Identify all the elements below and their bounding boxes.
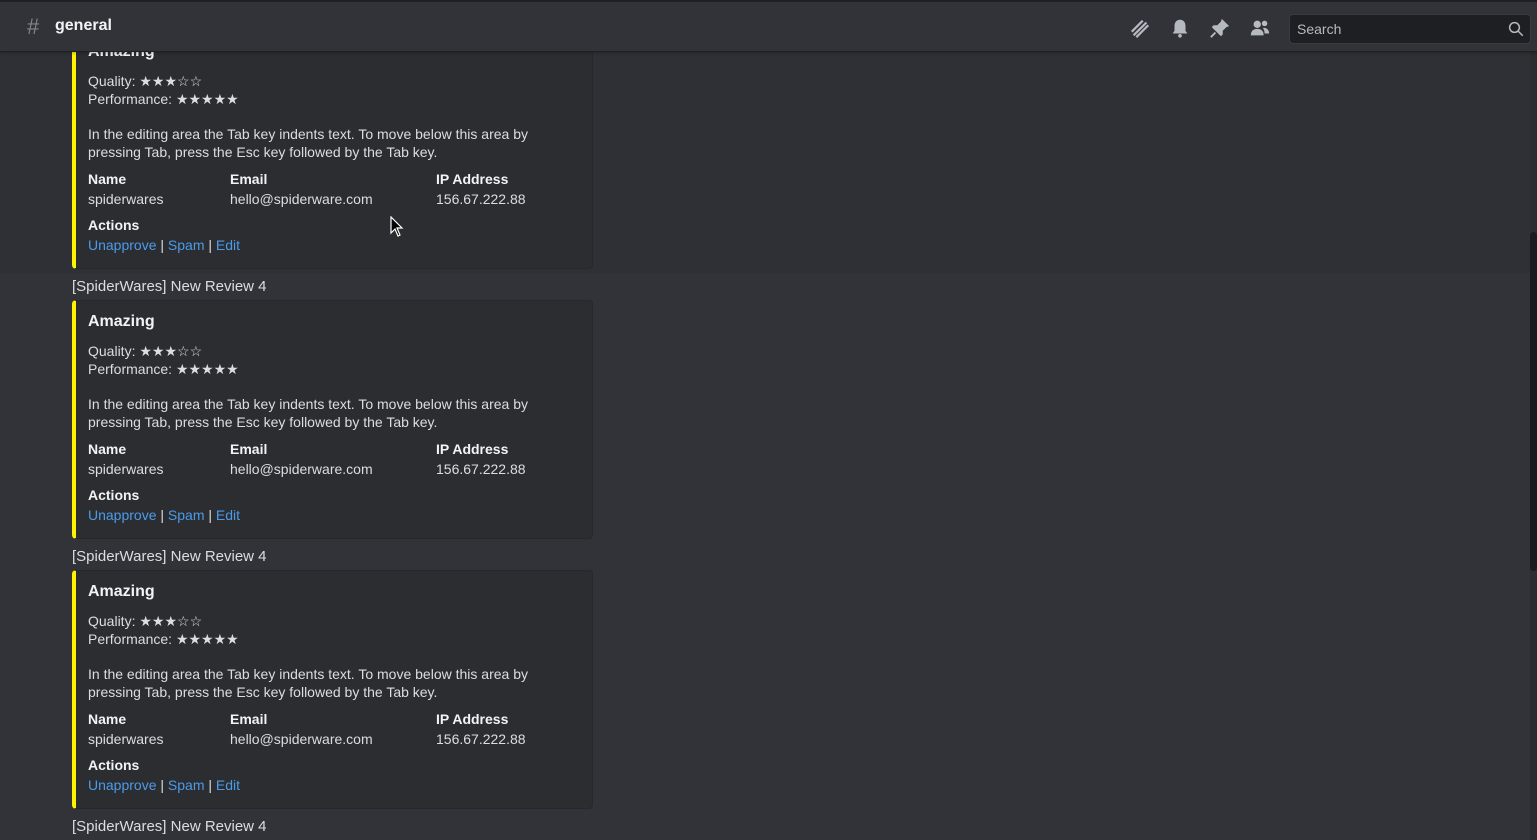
- field-ip-value: 156.67.222.88: [436, 461, 526, 477]
- performance-label: Performance:: [88, 631, 173, 647]
- quality-stars: ★★★☆☆: [139, 73, 203, 89]
- performance-rating: Performance: ★★★★★: [88, 361, 239, 378]
- field-email-label: Email: [230, 171, 268, 187]
- field-name-label: Name: [88, 441, 127, 457]
- review-embed: Amazing Quality: ★★★☆☆ Performance: ★★★★…: [72, 570, 593, 809]
- search-input[interactable]: [1297, 21, 1497, 37]
- pin-icon[interactable]: [1209, 17, 1231, 39]
- embed-heading: Amazing: [88, 51, 155, 60]
- quality-label: Quality:: [88, 613, 136, 629]
- quality-label: Quality:: [88, 73, 136, 89]
- search-box[interactable]: [1289, 14, 1531, 44]
- performance-stars: ★★★★★: [175, 361, 239, 377]
- message-title: [SpiderWares] New Review 4: [72, 278, 267, 295]
- field-ip-label: IP Address: [436, 711, 509, 727]
- quality-rating: Quality: ★★★☆☆: [88, 343, 202, 360]
- actions-row: Unapprove | Spam | Edit: [88, 507, 240, 523]
- spam-link[interactable]: Spam: [168, 237, 205, 253]
- separator: |: [208, 507, 213, 523]
- performance-stars: ★★★★★: [175, 91, 239, 107]
- quality-rating: Quality: ★★★☆☆: [88, 613, 202, 630]
- field-name-value: spiderwares: [88, 191, 164, 207]
- spam-link[interactable]: Spam: [168, 507, 205, 523]
- actions-label: Actions: [88, 487, 140, 503]
- field-name-label: Name: [88, 711, 127, 727]
- performance-stars: ★★★★★: [175, 631, 239, 647]
- quality-label: Quality:: [88, 343, 136, 359]
- field-email-value: hello@spiderware.com: [230, 731, 373, 747]
- edit-link[interactable]: Edit: [216, 237, 240, 253]
- spam-link[interactable]: Spam: [168, 777, 205, 793]
- embed-heading: Amazing: [88, 313, 155, 330]
- hashtag-icon: #: [27, 14, 40, 39]
- quality-stars: ★★★☆☆: [139, 343, 203, 359]
- channel-header: # general: [0, 0, 1537, 51]
- field-name-label: Name: [88, 171, 127, 187]
- field-email-label: Email: [230, 441, 268, 457]
- threads-icon[interactable]: [1129, 17, 1151, 39]
- field-email-label: Email: [230, 711, 268, 727]
- actions-row: Unapprove | Spam | Edit: [88, 777, 240, 793]
- field-email-value: hello@spiderware.com: [230, 191, 373, 207]
- unapprove-link[interactable]: Unapprove: [88, 777, 157, 793]
- separator: |: [208, 777, 213, 793]
- field-ip-value: 156.67.222.88: [436, 731, 526, 747]
- review-embed: Amazing Quality: ★★★☆☆ Performance: ★★★★…: [72, 51, 593, 269]
- separator: |: [160, 777, 165, 793]
- unapprove-link[interactable]: Unapprove: [88, 237, 157, 253]
- review-description: In the editing area the Tab key indents …: [88, 126, 528, 160]
- mouse-cursor-icon: [390, 216, 404, 237]
- actions-label: Actions: [88, 757, 140, 773]
- field-name-value: spiderwares: [88, 461, 164, 477]
- review-embed: Amazing Quality: ★★★☆☆ Performance: ★★★★…: [72, 300, 593, 539]
- quality-stars: ★★★☆☆: [139, 613, 203, 629]
- search-icon: [1508, 21, 1524, 37]
- edit-link[interactable]: Edit: [216, 507, 240, 523]
- separator: |: [208, 237, 213, 253]
- members-icon[interactable]: [1249, 17, 1271, 39]
- field-ip-value: 156.67.222.88: [436, 191, 526, 207]
- review-description: In the editing area the Tab key indents …: [88, 396, 528, 430]
- field-name-value: spiderwares: [88, 731, 164, 747]
- performance-rating: Performance: ★★★★★: [88, 91, 239, 108]
- actions-row: Unapprove | Spam | Edit: [88, 237, 240, 253]
- performance-label: Performance:: [88, 361, 173, 377]
- embed-heading: Amazing: [88, 583, 155, 600]
- review-description: In the editing area the Tab key indents …: [88, 666, 528, 700]
- performance-label: Performance:: [88, 91, 173, 107]
- field-ip-label: IP Address: [436, 171, 509, 187]
- scrollbar-thumb[interactable]: [1530, 232, 1537, 571]
- message-list: Amazing Quality: ★★★☆☆ Performance: ★★★★…: [0, 51, 1530, 840]
- message-title: [SpiderWares] New Review 4: [72, 548, 267, 565]
- separator: |: [160, 237, 165, 253]
- performance-rating: Performance: ★★★★★: [88, 631, 239, 648]
- field-email-value: hello@spiderware.com: [230, 461, 373, 477]
- quality-rating: Quality: ★★★☆☆: [88, 73, 202, 90]
- separator: |: [160, 507, 165, 523]
- actions-label: Actions: [88, 217, 140, 233]
- unapprove-link[interactable]: Unapprove: [88, 507, 157, 523]
- channel-name: general: [55, 17, 112, 34]
- bell-icon[interactable]: [1169, 17, 1191, 39]
- edit-link[interactable]: Edit: [216, 777, 240, 793]
- message-title: [SpiderWares] New Review 4: [72, 818, 267, 835]
- field-ip-label: IP Address: [436, 441, 509, 457]
